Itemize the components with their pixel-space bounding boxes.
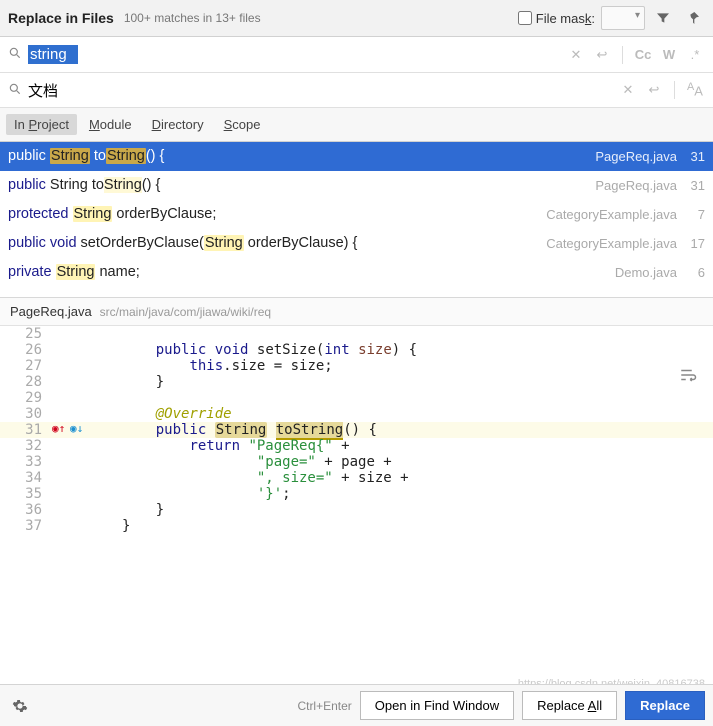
code-preview[interactable]: 2526 public void setSize(int size) {27 t… <box>0 326 713 534</box>
replace-button[interactable]: Replace <box>625 691 705 720</box>
implements-gutter-icon[interactable]: ◉↑ <box>52 422 65 435</box>
preserve-case-toggle[interactable]: AA <box>685 81 705 98</box>
filemask-label[interactable]: File mask: <box>536 11 595 26</box>
open-in-find-window-button[interactable]: Open in Find Window <box>360 691 514 720</box>
overrides-gutter-icon[interactable]: ◉↓ <box>70 422 92 438</box>
whole-word-toggle[interactable]: W <box>659 47 679 62</box>
history-find-icon[interactable]: ↩ <box>592 47 612 63</box>
editor-line: 26 public void setSize(int size) { <box>0 342 713 358</box>
preview-filename: PageReq.java <box>10 304 92 319</box>
scope-tab-1[interactable]: Module <box>81 114 140 135</box>
results-more-indicator <box>0 287 713 297</box>
result-row[interactable]: public String toString() {PageReq.java31 <box>0 171 713 200</box>
scope-tabs: In ProjectModuleDirectoryScope <box>0 108 713 142</box>
result-file: Demo.java <box>615 265 677 280</box>
result-row[interactable]: private String name;Demo.java6 <box>0 258 713 287</box>
result-line: 31 <box>683 149 705 164</box>
editor-line: 36 } <box>0 502 713 518</box>
editor-line: 30 @Override <box>0 406 713 422</box>
dialog-title: Replace in Files <box>8 10 114 26</box>
preview-filepath: src/main/java/com/jiawa/wiki/req <box>100 305 271 319</box>
find-row: ✕ ↩ Cc W .* <box>0 37 713 73</box>
editor-line: 37} <box>0 518 713 534</box>
result-line: 17 <box>683 236 705 251</box>
settings-icon[interactable] <box>8 694 32 718</box>
filter-icon[interactable] <box>651 6 675 30</box>
editor-line: 29 <box>0 390 713 406</box>
header-bar: Replace in Files 100+ matches in 13+ fil… <box>0 0 713 37</box>
pin-icon[interactable] <box>681 6 705 30</box>
editor-line: 31◉↑◉↓ public String toString() { <box>0 422 713 438</box>
preview-header: PageReq.java src/main/java/com/jiawa/wik… <box>0 297 713 326</box>
replace-row: ✕ ↩ AA <box>0 73 713 108</box>
editor-line: 28 } <box>0 374 713 390</box>
match-stats: 100+ matches in 13+ files <box>124 11 261 25</box>
search-icon <box>8 46 22 63</box>
editor-line: 25 <box>0 326 713 342</box>
match-case-toggle[interactable]: Cc <box>633 47 653 62</box>
clear-replace-icon[interactable]: ✕ <box>618 82 638 98</box>
find-input[interactable] <box>28 45 78 64</box>
result-row[interactable]: protected String orderByClause;CategoryE… <box>0 200 713 229</box>
filemask-checkbox-wrap: File mask: <box>518 11 595 26</box>
filemask-select[interactable] <box>601 6 645 30</box>
filemask-checkbox[interactable] <box>518 11 532 25</box>
editor-line: 33 "page=" + page + <box>0 454 713 470</box>
regex-toggle[interactable]: .* <box>685 47 705 62</box>
result-line: 31 <box>683 178 705 193</box>
results-list: public String toString() {PageReq.java31… <box>0 142 713 287</box>
replace-all-button[interactable]: Replace All <box>522 691 617 720</box>
footer-bar: Ctrl+Enter Open in Find Window Replace A… <box>0 684 713 726</box>
shortcut-hint: Ctrl+Enter <box>297 699 351 713</box>
soft-wrap-icon[interactable] <box>677 364 699 386</box>
result-file: PageReq.java <box>595 149 677 164</box>
history-replace-icon[interactable]: ↩ <box>644 82 664 98</box>
scope-tab-2[interactable]: Directory <box>144 114 212 135</box>
replace-input[interactable] <box>28 82 612 99</box>
result-row[interactable]: public void setOrderByClause(String orde… <box>0 229 713 258</box>
result-file: PageReq.java <box>595 178 677 193</box>
editor-line: 27 this.size = size; <box>0 358 713 374</box>
result-file: CategoryExample.java <box>546 236 677 251</box>
replace-search-icon <box>8 82 22 99</box>
result-line: 7 <box>683 207 705 222</box>
result-file: CategoryExample.java <box>546 207 677 222</box>
editor-line: 32 return "PageReq{" + <box>0 438 713 454</box>
result-row[interactable]: public String toString() {PageReq.java31 <box>0 142 713 171</box>
clear-find-icon[interactable]: ✕ <box>566 47 586 63</box>
scope-tab-3[interactable]: Scope <box>216 114 269 135</box>
scope-tab-0[interactable]: In Project <box>6 114 77 135</box>
editor-line: 34 ", size=" + size + <box>0 470 713 486</box>
result-line: 6 <box>683 265 705 280</box>
editor-line: 35 '}'; <box>0 486 713 502</box>
